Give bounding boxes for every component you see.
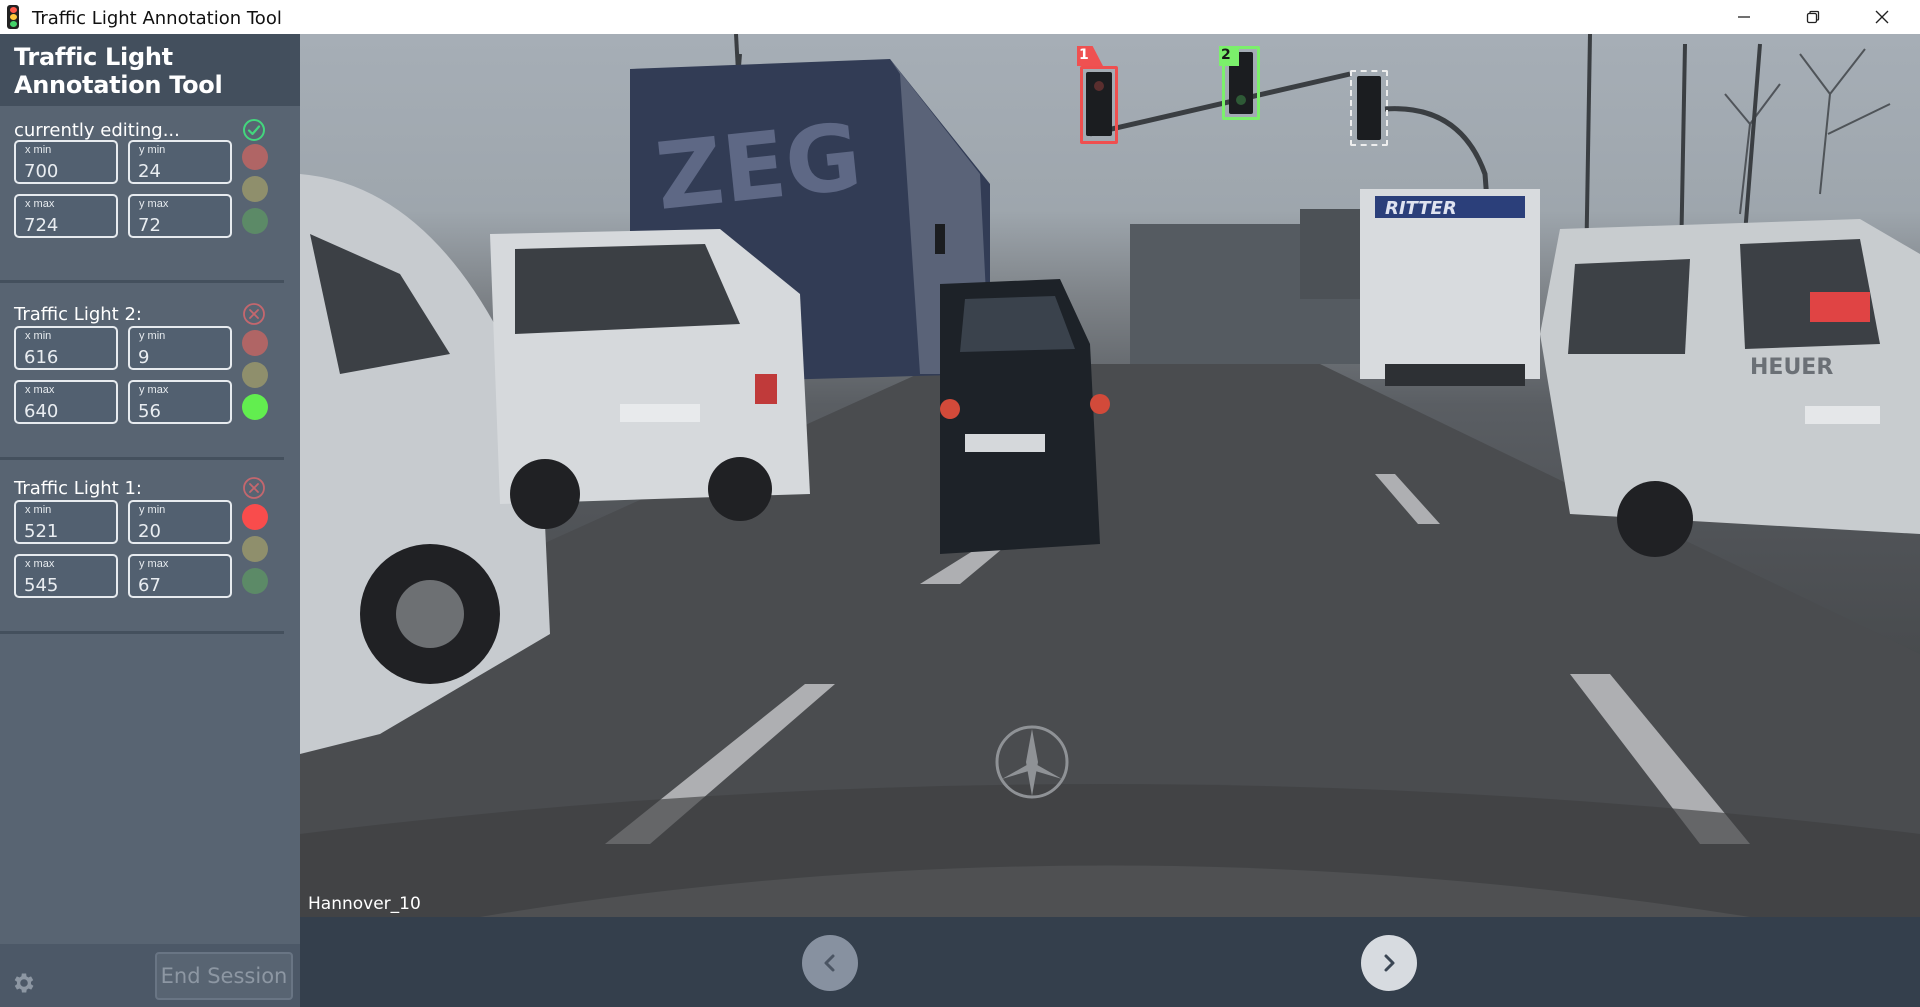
field-label: x min [25, 144, 52, 156]
end-session-button[interactable]: End Session [155, 952, 293, 1000]
minimize-icon [1738, 16, 1750, 18]
traffic-light-2-panel: Traffic Light 2: x min 616 y min 9 x max… [0, 302, 300, 474]
panel-title: currently editing... [14, 120, 180, 141]
green-light-toggle[interactable] [242, 208, 268, 234]
svg-text:HEUER: HEUER [1750, 355, 1833, 380]
annotation-sidebar: Traffic Light Annotation Tool currently … [0, 34, 300, 1007]
annotation-tag-2: 2 [1219, 46, 1239, 66]
field-label: y min [139, 144, 166, 156]
app-title: Traffic Light Annotation Tool [14, 43, 223, 99]
chevron-right-icon [1384, 954, 1395, 972]
y-min-field[interactable]: y min 24 [128, 140, 232, 184]
image-viewport[interactable]: ZEG RITTER HEUER 1 2 Hannover_10 [300, 34, 1920, 917]
x-max-field[interactable]: x max 545 [14, 554, 118, 598]
field-label: y max [139, 384, 169, 396]
field-label: y max [139, 558, 169, 570]
yellow-light-toggle[interactable] [242, 536, 268, 562]
red-light-toggle[interactable] [242, 330, 268, 356]
field-value: 700 [24, 161, 59, 182]
y-min-field[interactable]: y min 9 [128, 326, 232, 370]
field-label: x max [25, 558, 55, 570]
restore-button[interactable] [1779, 0, 1847, 34]
field-value: 545 [24, 575, 59, 596]
y-max-field[interactable]: y max 56 [128, 380, 232, 424]
gear-icon[interactable] [11, 970, 37, 996]
green-light-toggle[interactable] [242, 568, 268, 594]
navigation-bar [300, 917, 1920, 1007]
panel-title: Traffic Light 2: [14, 304, 142, 325]
field-label: x min [25, 330, 52, 342]
field-value: 72 [138, 215, 161, 236]
window-titlebar: Traffic Light Annotation Tool [0, 0, 1920, 34]
red-light-toggle[interactable] [242, 504, 268, 530]
traffic-light-icon [7, 5, 19, 29]
field-value: 56 [138, 401, 161, 422]
field-label: x max [25, 198, 55, 210]
x-max-field[interactable]: x max 724 [14, 194, 118, 238]
check-circle-icon[interactable] [242, 118, 266, 142]
field-value: 616 [24, 347, 59, 368]
yellow-light-toggle[interactable] [242, 176, 268, 202]
x-min-field[interactable]: x min 521 [14, 500, 118, 544]
field-label: y max [139, 198, 169, 210]
field-label: y min [139, 504, 166, 516]
street-scene-image: ZEG RITTER HEUER [300, 34, 1920, 917]
previous-image-button[interactable] [802, 935, 858, 991]
yellow-light-toggle[interactable] [242, 362, 268, 388]
x-min-field[interactable]: x min 700 [14, 140, 118, 184]
sidebar-header: Traffic Light Annotation Tool [0, 34, 300, 106]
svg-text:ZEG: ZEG [651, 103, 866, 231]
delete-circle-icon[interactable] [242, 476, 266, 500]
annotation-box-editing[interactable] [1350, 70, 1388, 146]
chevron-left-icon [824, 954, 835, 972]
close-button[interactable] [1848, 0, 1916, 34]
field-value: 20 [138, 521, 161, 542]
traffic-light-1-panel: Traffic Light 1: x min 521 y min 20 x ma… [0, 476, 300, 648]
field-label: x min [25, 504, 52, 516]
x-min-field[interactable]: x min 616 [14, 326, 118, 370]
divider [0, 457, 284, 460]
field-value: 67 [138, 575, 161, 596]
panel-title: Traffic Light 1: [14, 478, 142, 499]
y-max-field[interactable]: y max 72 [128, 194, 232, 238]
window-title: Traffic Light Annotation Tool [32, 8, 282, 29]
close-icon [1875, 10, 1889, 24]
restore-icon [1806, 10, 1820, 24]
field-value: 724 [24, 215, 59, 236]
delete-circle-icon[interactable] [242, 302, 266, 326]
image-caption: Hannover_10 [308, 894, 421, 914]
minimize-button[interactable] [1710, 0, 1778, 34]
annotation-box-1[interactable] [1080, 66, 1118, 144]
field-value: 521 [24, 521, 59, 542]
y-max-field[interactable]: y max 67 [128, 554, 232, 598]
green-light-toggle[interactable] [242, 394, 268, 420]
field-value: 24 [138, 161, 161, 182]
svg-text:RITTER: RITTER [1385, 198, 1457, 219]
red-light-toggle[interactable] [242, 144, 268, 170]
field-label: y min [139, 330, 166, 342]
field-value: 640 [24, 401, 59, 422]
editing-panel: currently editing... x min 700 y min 24 … [0, 118, 300, 300]
field-value: 9 [138, 347, 150, 368]
x-max-field[interactable]: x max 640 [14, 380, 118, 424]
y-min-field[interactable]: y min 20 [128, 500, 232, 544]
field-label: x max [25, 384, 55, 396]
divider [0, 631, 284, 634]
divider [0, 280, 284, 283]
next-image-button[interactable] [1361, 935, 1417, 991]
